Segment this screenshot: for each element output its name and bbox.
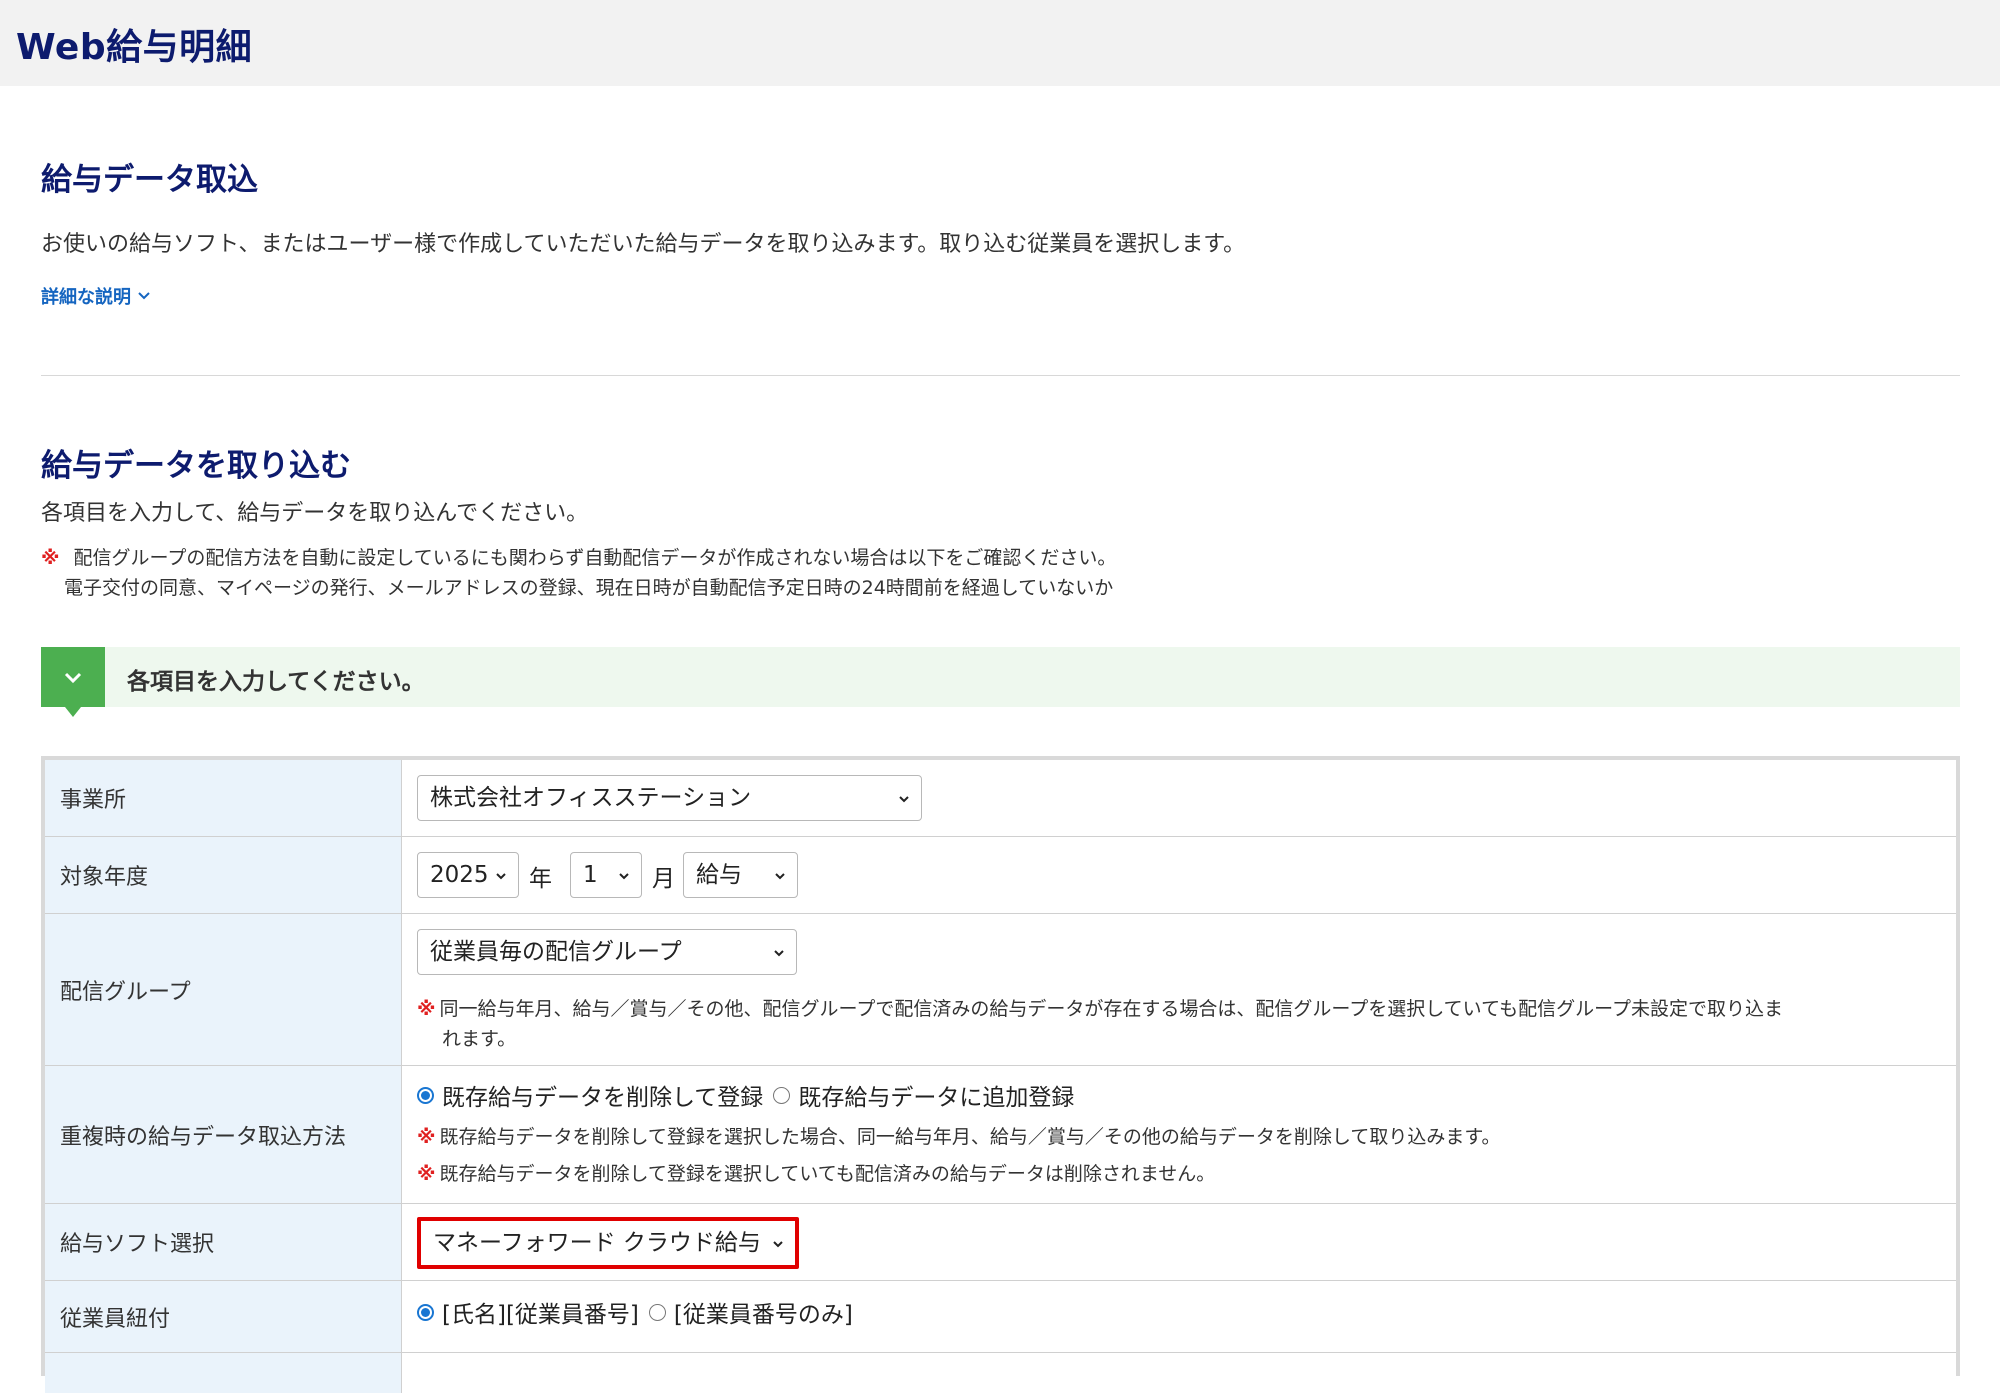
chevron-down-icon [899,796,909,803]
employee-link-value-cell: [氏名][従業員番号] [従業員番号のみ] [403,1281,1956,1352]
employee-link-label-cell: 従業員紐付 [45,1281,402,1352]
office-label-cell: 事業所 [45,760,402,836]
office-value-cell: 株式会社オフィスステーション [403,760,1956,836]
form-row-employee-link: 従業員紐付 [氏名][従業員番号] [従業員番号のみ] [45,1281,1956,1353]
name-and-number-label[interactable]: [氏名][従業員番号] [442,1295,639,1329]
office-select-value: 株式会社オフィスステーション [430,785,752,811]
chevron-down-icon [619,873,629,880]
note-mark: ※ [41,547,60,569]
group-label: 配信グループ [60,979,191,1005]
employee-link-radio-group: [氏名][従業員番号] [従業員番号のみ] [417,1295,853,1329]
note-mark: ※ [417,1163,436,1185]
year-select[interactable]: 2025 [417,852,519,898]
duplicate-value-cell: 既存給与データを削除して登録 既存給与データに追加登録 ※ 既存給与データを削除し… [403,1066,1956,1203]
append-register-radio[interactable] [773,1086,791,1104]
chevron-down-icon [773,1241,783,1248]
form-row-next [45,1353,1956,1393]
import-section-title: 給与データ取込 [41,162,258,198]
chevron-down-icon [64,672,82,684]
app-title: Web給与明細 [16,27,253,68]
chevron-down-icon [496,873,506,880]
next-label-cell [45,1353,402,1393]
note-text-2: 電子交付の同意、マイページの発行、メールアドレスの登録、現在日時が自動配信予定日… [64,577,1114,599]
banner-text: 各項目を入力してください。 [127,669,425,695]
employee-link-label: 従業員紐付 [60,1306,171,1332]
note-mark: ※ [417,998,436,1020]
duplicate-label: 重複時の給与データ取込方法 [60,1124,347,1150]
form-row-duplicate-method: 重複時の給与データ取込方法 既存給与データを削除して登録 既存給与データに追加登… [45,1066,1956,1204]
software-value-cell: マネーフォワード クラウド給与 [403,1204,1956,1280]
software-label: 給与ソフト選択 [60,1232,215,1257]
payroll-software-select[interactable]: マネーフォワード クラウド給与 [417,1217,799,1269]
number-only-radio[interactable] [648,1303,666,1321]
pay-type-select[interactable]: 給与 [683,852,798,898]
load-section-description: 各項目を入力して、給与データを取り込んでください。 [41,501,589,526]
form-row-delivery-group: 配信グループ 従業員毎の配信グループ ※ 同一給与年月、給与／賞与／その他、配信グ… [45,914,1956,1066]
import-form-table: 事業所 株式会社オフィスステーション 対象年度 2025 年 1 月 給与 配信… [41,756,1960,1393]
number-only-label[interactable]: [従業員番号のみ] [674,1295,853,1329]
duplicate-note-text-2: 既存給与データを削除して登録を選択していても配信済みの給与データは削除されません… [439,1163,1216,1185]
input-instruction-banner: 各項目を入力してください。 [41,647,1960,717]
duplicate-note-1: ※ 既存給与データを削除して登録を選択した場合、同一給与年月、給与／賞与／その他の… [417,1122,1500,1149]
delivery-group-select-value: 従業員毎の配信グループ [430,939,682,965]
import-section-description: お使いの給与ソフト、またはユーザー様で作成していただいた給与データを取り込みます… [41,232,1246,257]
pay-type-select-value: 給与 [696,862,742,888]
duplicate-note-2: ※ 既存給与データを削除して登録を選択していても配信済みの給与データは削除されませ… [417,1159,1215,1186]
load-section-title: 給与データを取り込む [41,448,351,484]
software-label-cell: 給与ソフト選択 [45,1204,402,1280]
group-value-cell: 従業員毎の配信グループ ※ 同一給与年月、給与／賞与／その他、配信グループで配信済… [403,914,1956,1065]
form-row-payroll-software: 給与ソフト選択 マネーフォワード クラウド給与 [45,1204,1956,1281]
banner-pointer [65,707,81,717]
group-note-1: ※ 同一給与年月、給与／賞与／その他、配信グループで配信済みの給与データが存在する… [417,994,1783,1021]
name-and-number-radio[interactable] [417,1303,434,1321]
chevron-down-icon [774,950,784,957]
duplicate-label-cell: 重複時の給与データ取込方法 [45,1066,402,1203]
payroll-software-select-value: マネーフォワード クラウド給与 [433,1230,761,1256]
month-unit: 月 [652,866,675,892]
app-header: Web給与明細 [0,0,2000,86]
delivery-group-select[interactable]: 従業員毎の配信グループ [417,929,797,975]
period-label-cell: 対象年度 [45,837,402,913]
year-unit: 年 [529,866,552,892]
year-select-value: 2025 [430,862,489,888]
group-label-cell: 配信グループ [45,914,402,1065]
month-select[interactable]: 1 [570,852,642,898]
period-value-cell: 2025 年 1 月 給与 [403,837,1956,913]
detail-explanation-link[interactable]: 詳細な説明 [41,283,151,309]
office-select[interactable]: 株式会社オフィスステーション [417,775,922,821]
duplicate-note-text-1: 既存給与データを削除して登録を選択した場合、同一給与年月、給与／賞与／その他の給… [439,1126,1501,1148]
auto-delivery-note: ※ 配信グループの配信方法を自動に設定しているにも関わらず自動配信データが作成され… [41,543,1116,570]
append-register-label[interactable]: 既存給与データに追加登録 [798,1078,1074,1112]
form-row-period: 対象年度 2025 年 1 月 給与 [45,837,1956,914]
note-text-1: 配信グループの配信方法を自動に設定しているにも関わらず自動配信データが作成されな… [73,547,1117,569]
banner-icon-box [41,647,105,707]
chevron-down-icon [138,292,150,300]
month-select-value: 1 [583,862,598,888]
chevron-down-icon [775,873,785,880]
form-row-office: 事業所 株式会社オフィスステーション [45,760,1956,837]
period-label: 対象年度 [60,865,149,890]
delete-and-register-radio[interactable] [417,1086,434,1104]
delete-and-register-label[interactable]: 既存給与データを削除して登録 [442,1078,763,1112]
section-divider [41,375,1960,376]
office-label: 事業所 [60,788,127,813]
note-mark: ※ [417,1126,436,1148]
group-note-text-1: 同一給与年月、給与／賞与／その他、配信グループで配信済みの給与データが存在する場… [439,998,1783,1020]
group-note-text-2: れます。 [442,1028,517,1050]
detail-link-label: 詳細な説明 [41,287,131,308]
duplicate-radio-group: 既存給与データを削除して登録 既存給与データに追加登録 [417,1078,1074,1112]
